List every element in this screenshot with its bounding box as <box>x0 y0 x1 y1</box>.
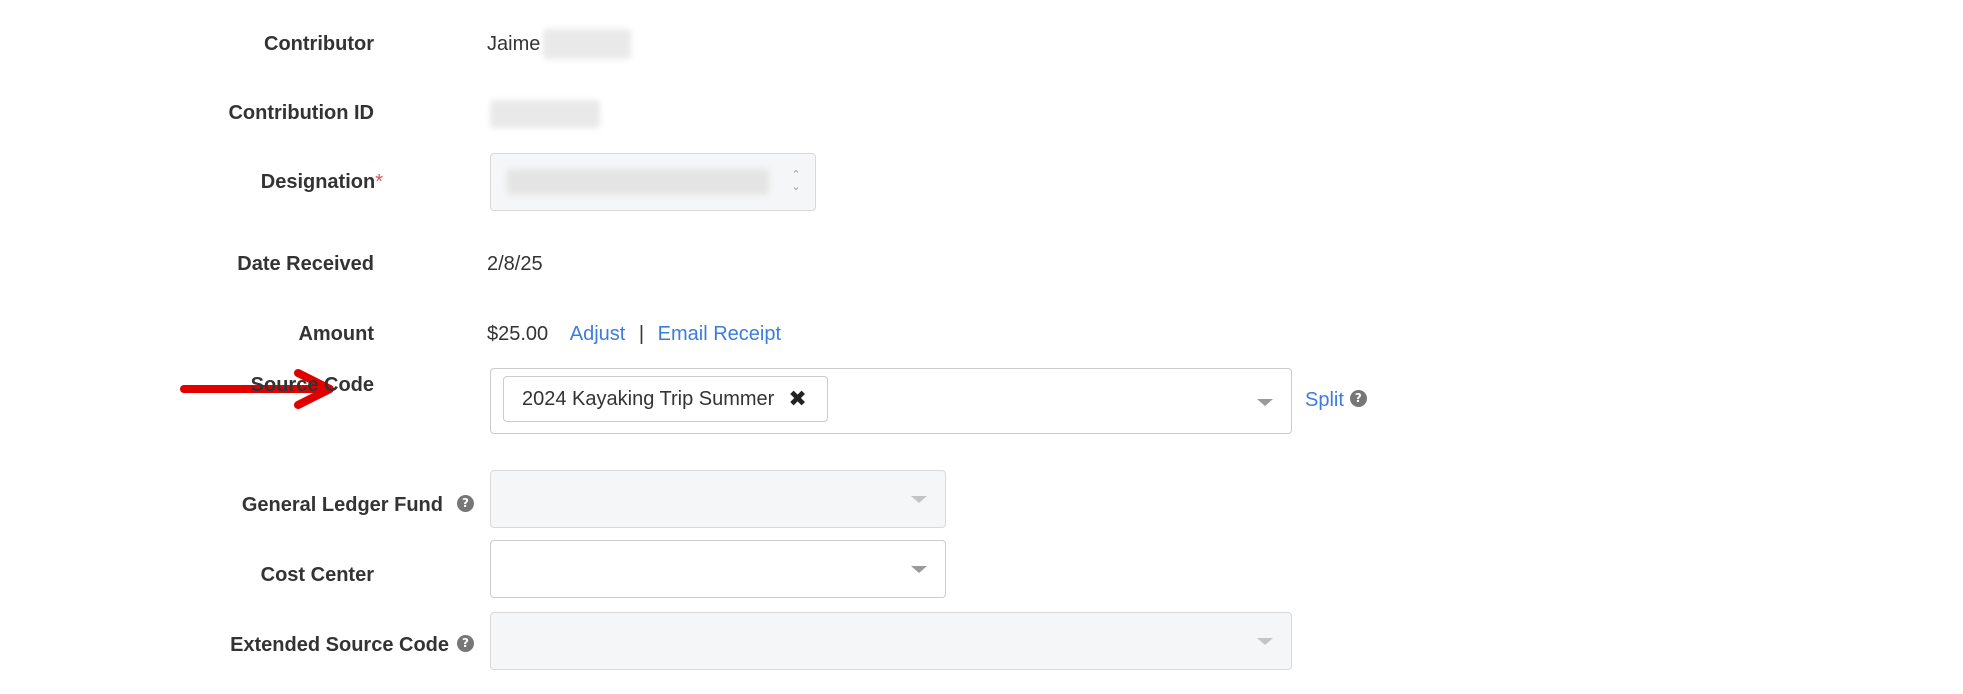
extended-source-code-chevron-down-icon <box>1257 638 1273 645</box>
date-received-value: 2/8/25 <box>487 253 543 275</box>
source-code-label: Source Code <box>250 374 374 396</box>
adjust-link[interactable]: Adjust <box>570 323 626 345</box>
general-ledger-fund-select[interactable] <box>490 470 946 528</box>
split-help-icon[interactable]: ? <box>1349 390 1367 408</box>
redacted-designation-value <box>507 169 769 195</box>
extended-source-code-help-icon[interactable]: ? <box>457 635 474 653</box>
cost-center-label: Cost Center <box>260 564 374 586</box>
updown-chevron-icon: ⌃ ⌄ <box>791 168 801 193</box>
link-separator: | <box>638 323 645 345</box>
date-received-label: Date Received <box>237 253 374 275</box>
cost-center-chevron-down-icon[interactable] <box>911 566 927 573</box>
designation-label-text: Designation <box>260 171 376 193</box>
general-ledger-fund-chevron-down-icon <box>911 496 927 503</box>
contribution-id-label: Contribution ID <box>228 102 374 124</box>
source-code-chevron-down-icon[interactable] <box>1257 399 1273 406</box>
general-ledger-fund-label: General Ledger Fund? <box>242 494 474 517</box>
redacted-contribution-id <box>490 100 600 128</box>
contributor-label: Contributor <box>264 33 374 55</box>
source-code-chip-label: 2024 Kayaking Trip Summer <box>522 387 775 410</box>
extended-source-code-select[interactable] <box>490 612 1292 670</box>
email-receipt-link[interactable]: Email Receipt <box>658 323 781 345</box>
contributor-value: Jaime <box>487 33 541 55</box>
required-marker: * <box>375 171 383 193</box>
amount-row: $25.00 Adjust | Email Receipt <box>487 323 781 346</box>
split-control: Split? <box>1305 389 1367 412</box>
designation-label: Designation* <box>261 171 383 194</box>
source-code-select[interactable]: 2024 Kayaking Trip Summer ✖ <box>490 368 1292 434</box>
general-ledger-fund-label-text: General Ledger Fund <box>241 494 443 516</box>
extended-source-code-label: Extended Source Code? <box>230 634 474 657</box>
remove-chip-close-icon[interactable]: ✖ <box>788 387 806 412</box>
split-link[interactable]: Split <box>1305 389 1344 411</box>
extended-source-code-label-text: Extended Source Code <box>230 634 449 656</box>
amount-label: Amount <box>298 323 374 345</box>
source-code-chip: 2024 Kayaking Trip Summer ✖ <box>503 376 828 422</box>
general-ledger-fund-help-icon[interactable]: ? <box>457 495 474 513</box>
cost-center-select[interactable] <box>490 540 946 598</box>
redacted-contributor-surname <box>543 29 631 59</box>
designation-select[interactable]: ⌃ ⌄ <box>490 153 816 211</box>
amount-value: $25.00 <box>487 323 549 345</box>
